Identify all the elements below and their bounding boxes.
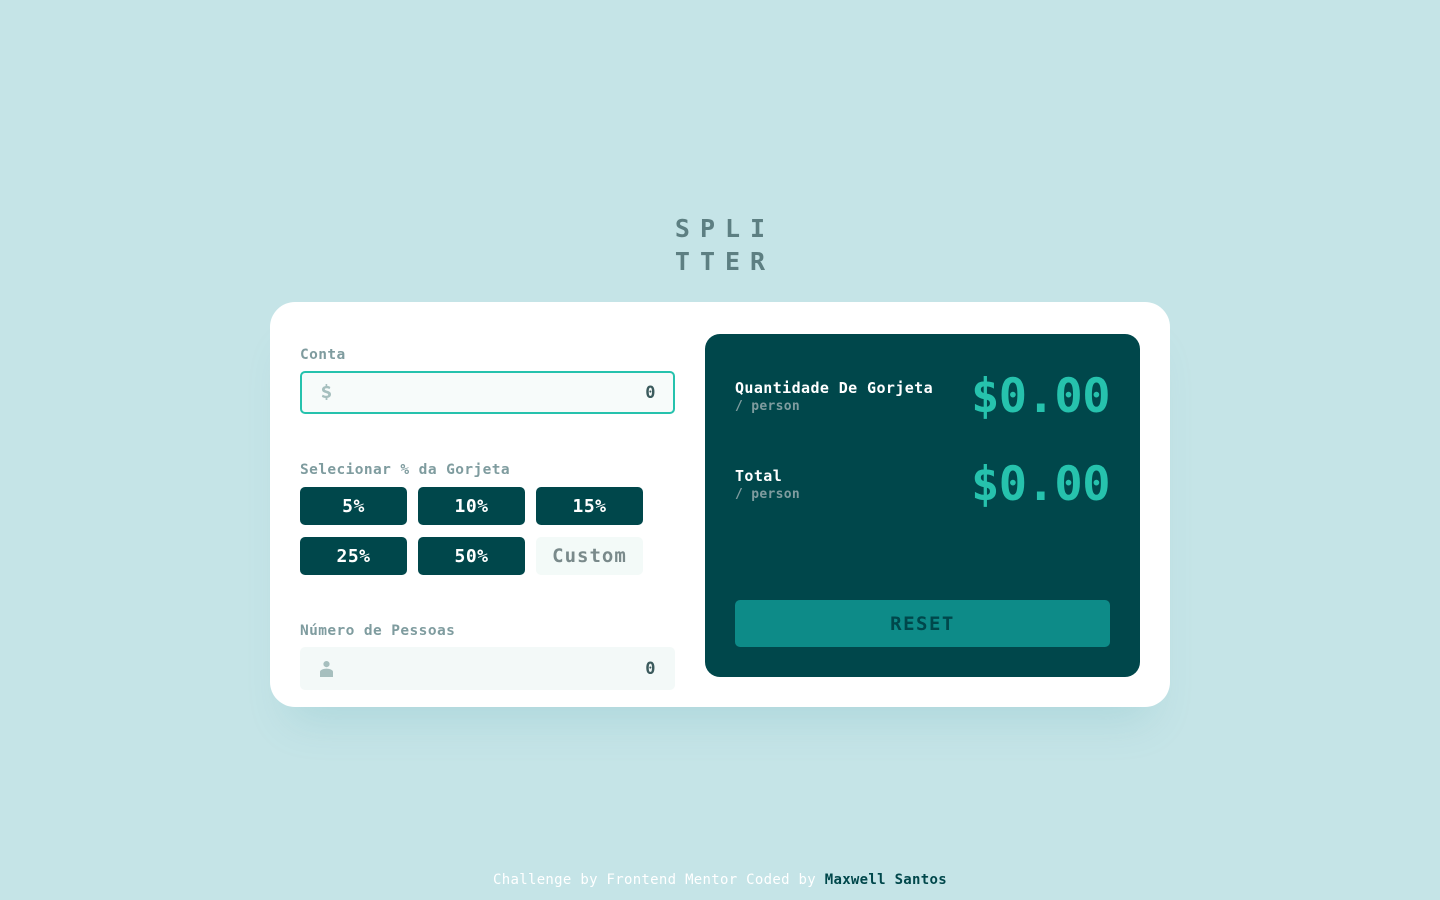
tip-custom-input[interactable]: Custom bbox=[536, 537, 643, 575]
logo-line-2: TTER bbox=[674, 247, 776, 276]
tip-amount-row: Quantidade De Gorjeta / person $0.00 bbox=[735, 372, 1110, 422]
tip-option-5[interactable]: 5% bbox=[300, 487, 407, 525]
total-row: Total / person $0.00 bbox=[735, 460, 1110, 510]
footer-attribution: Challenge by Frontend Mentor Coded by Ma… bbox=[0, 872, 1440, 888]
tip-amount-label: Quantidade De Gorjeta bbox=[735, 379, 934, 397]
logo-line-1: SPLI bbox=[674, 214, 776, 243]
tip-label: Selecionar % da Gorjeta bbox=[300, 462, 510, 478]
total-label: Total bbox=[735, 467, 783, 485]
tip-amount-value: $0.00 bbox=[971, 369, 1110, 424]
app-logo: SPLI TTER bbox=[0, 212, 1440, 278]
total-sublabel: / person bbox=[735, 487, 801, 502]
total-value: $0.00 bbox=[971, 457, 1110, 512]
people-value: 0 bbox=[645, 658, 656, 679]
tip-option-25[interactable]: 25% bbox=[300, 537, 407, 575]
form-column: Conta 0 Selecionar % da Gorjeta 5% 10% 1… bbox=[300, 334, 675, 690]
people-input[interactable]: 0 bbox=[300, 647, 675, 690]
tip-option-50[interactable]: 50% bbox=[418, 537, 525, 575]
tip-option-15[interactable]: 15% bbox=[536, 487, 643, 525]
person-icon bbox=[319, 659, 333, 679]
tip-options-grid: 5% 10% 15% 25% 50% Custom bbox=[300, 487, 675, 575]
bill-input[interactable]: 0 bbox=[300, 371, 675, 414]
footer-text: Challenge by Frontend Mentor Coded by bbox=[493, 872, 825, 888]
people-field-group: Número de Pessoas 0 bbox=[300, 623, 675, 690]
people-label: Número de Pessoas bbox=[300, 623, 456, 639]
tip-option-10[interactable]: 10% bbox=[418, 487, 525, 525]
splitter-card: Conta 0 Selecionar % da Gorjeta 5% 10% 1… bbox=[270, 302, 1170, 707]
dollar-icon bbox=[319, 383, 333, 403]
tip-selector-group: Selecionar % da Gorjeta 5% 10% 15% 25% 5… bbox=[300, 462, 675, 575]
bill-label: Conta bbox=[300, 347, 346, 363]
tip-amount-labels: Quantidade De Gorjeta / person bbox=[735, 378, 933, 416]
total-labels: Total / person bbox=[735, 466, 800, 504]
bill-value: 0 bbox=[645, 382, 656, 403]
bill-field-group: Conta 0 bbox=[300, 347, 675, 414]
tip-amount-sublabel: / person bbox=[735, 399, 801, 414]
results-panel: Quantidade De Gorjeta / person $0.00 Tot… bbox=[705, 334, 1140, 677]
footer-author: Maxwell Santos bbox=[824, 872, 947, 888]
reset-button[interactable]: RESET bbox=[735, 600, 1110, 647]
